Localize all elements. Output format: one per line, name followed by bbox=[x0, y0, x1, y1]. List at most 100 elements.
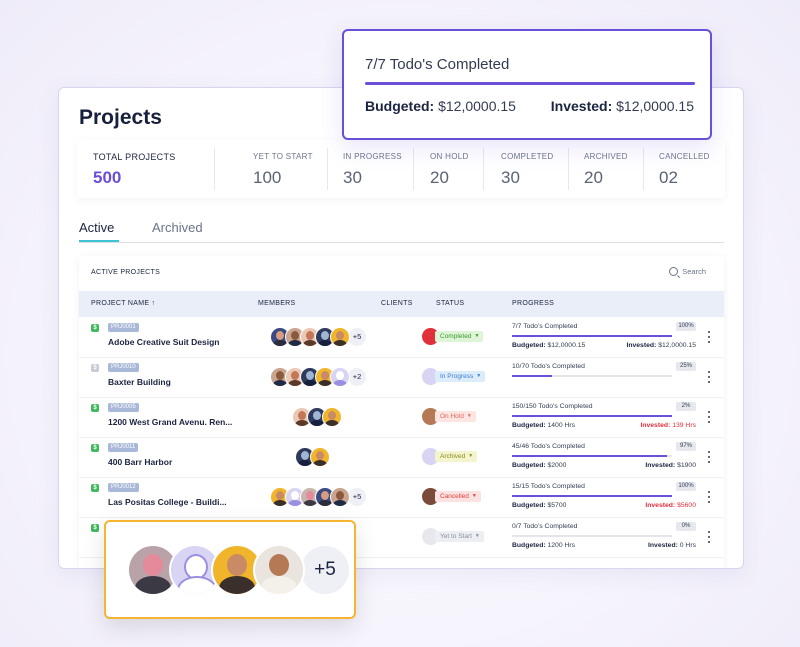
tab-active[interactable]: Active bbox=[79, 220, 114, 235]
page-title: Projects bbox=[79, 106, 162, 129]
avatar[interactable] bbox=[322, 407, 342, 427]
invest-label: Invested: bbox=[645, 502, 676, 509]
divider bbox=[413, 148, 414, 190]
avatar[interactable] bbox=[330, 487, 350, 507]
progress-bar-fill bbox=[512, 335, 672, 337]
chevron-down-icon: ▼ bbox=[474, 333, 480, 339]
avatar[interactable] bbox=[310, 447, 330, 467]
percent-badge: 25% bbox=[676, 362, 696, 371]
percent-badge: 100% bbox=[676, 322, 696, 331]
status-dropdown[interactable]: Archived ▼ bbox=[435, 451, 478, 462]
project-name[interactable]: Baxter Building bbox=[108, 377, 171, 387]
status-dropdown[interactable]: In Progress ▼ bbox=[435, 371, 486, 382]
column-header-clients: CLIENTS bbox=[381, 300, 413, 307]
more-members-badge[interactable]: +5 bbox=[347, 487, 367, 507]
table-search[interactable]: Search bbox=[669, 267, 706, 276]
status-dropdown[interactable]: Cancelled ▼ bbox=[435, 491, 481, 502]
invested: Invested: $12,0000.15 bbox=[626, 342, 696, 349]
column-header-status: STATUS bbox=[436, 300, 465, 307]
project-name[interactable]: Las Positas College - Buildi... bbox=[108, 497, 227, 507]
callout-progress-bar bbox=[365, 82, 695, 85]
progress-bar-fill bbox=[512, 375, 552, 377]
progress-cell: 7/7 Todo's Completed 100% Budgeted: $12,00… bbox=[512, 321, 696, 355]
progress-bar-fill bbox=[512, 415, 672, 417]
divider bbox=[483, 148, 484, 190]
budget-value: $12,0000.15 bbox=[547, 342, 586, 349]
row-menu-icon[interactable] bbox=[707, 531, 711, 543]
row-menu-icon[interactable] bbox=[707, 411, 711, 423]
stat-label: ARCHIVED bbox=[584, 152, 628, 161]
invested: Invested: 0 Hrs bbox=[648, 542, 696, 549]
divider bbox=[327, 148, 328, 190]
budgeted: Budgeted: 1400 Hrs bbox=[512, 422, 575, 429]
budget-value: 1400 Hrs bbox=[547, 422, 576, 429]
budgeted: Budgeted: $12,0000.15 bbox=[512, 342, 585, 349]
billable-dollar-icon: $ bbox=[91, 524, 99, 532]
row-menu-icon[interactable] bbox=[707, 371, 711, 383]
percent-badge: 0% bbox=[676, 522, 696, 531]
invested: Invested: 139 Hrs bbox=[640, 422, 696, 429]
chevron-down-icon: ▼ bbox=[474, 533, 480, 539]
progress-bar bbox=[512, 495, 672, 497]
callout-member-avatars: +5 bbox=[127, 544, 351, 596]
callout-budget-value: $12,0000.15 bbox=[438, 98, 516, 114]
stat-label: CANCELLED bbox=[659, 152, 710, 161]
budgeted: Budgeted: $2000 bbox=[512, 462, 566, 469]
project-name[interactable]: 400 Barr Harbor bbox=[108, 457, 172, 467]
status-dropdown[interactable]: On Hold ▼ bbox=[435, 411, 476, 422]
invest-value: $5600 bbox=[677, 502, 696, 509]
more-members-badge[interactable]: +2 bbox=[347, 367, 367, 387]
todo-progress-text: 7/7 Todo's Completed bbox=[512, 323, 578, 330]
billable-dollar-icon: $ bbox=[91, 444, 99, 452]
percent-badge: 2% bbox=[676, 402, 696, 411]
more-members-badge[interactable]: +5 bbox=[347, 327, 367, 347]
avatar[interactable] bbox=[330, 367, 350, 387]
budget-value: 1200 Hrs bbox=[547, 542, 576, 549]
invest-value: $1900 bbox=[677, 462, 696, 469]
row-menu-icon[interactable] bbox=[707, 491, 711, 503]
invest-label: Invested: bbox=[648, 542, 678, 549]
row-menu-icon[interactable] bbox=[707, 331, 711, 343]
progress-bar bbox=[512, 535, 672, 537]
member-avatars bbox=[292, 407, 342, 427]
progress-bar-fill bbox=[512, 495, 672, 497]
chevron-down-icon: ▼ bbox=[466, 413, 472, 419]
column-header-members: MEMBERS bbox=[258, 300, 296, 307]
progress-bar bbox=[512, 335, 672, 337]
budget-label: Budgeted: bbox=[512, 502, 546, 509]
avatar[interactable] bbox=[330, 327, 350, 347]
member-avatars: +2 bbox=[270, 367, 367, 387]
progress-bar-fill bbox=[512, 455, 668, 457]
more-members-badge[interactable]: +5 bbox=[299, 544, 351, 596]
status-dropdown[interactable]: Completed ▼ bbox=[435, 331, 484, 342]
status-dropdown[interactable]: Yet to Start ▼ bbox=[435, 531, 484, 542]
column-header-project-name[interactable]: PROJECT NAME ↑ bbox=[91, 300, 155, 307]
project-id-badge: PRJ0011 bbox=[108, 443, 139, 452]
table-row[interactable]: $ PRJ0010 Baxter Building +2 In Progress ▼ 10/… bbox=[79, 357, 724, 398]
todo-progress-text: 10/70 Todo's Completed bbox=[512, 363, 585, 370]
project-name[interactable]: Adobe Creative Suit Design bbox=[108, 337, 219, 347]
project-name[interactable]: 1200 West Grand Avenu. Ren... bbox=[108, 417, 232, 427]
invested: Invested: $5600 bbox=[645, 502, 696, 509]
invested: Invested: $1900 bbox=[645, 462, 696, 469]
avatar[interactable] bbox=[253, 544, 305, 596]
stat-value: 500 bbox=[93, 168, 122, 187]
row-menu-icon[interactable] bbox=[707, 451, 711, 463]
status-label: Archived bbox=[440, 453, 466, 461]
table-row[interactable]: $ PRJ0005 1200 West Grand Avenu. Ren... On … bbox=[79, 397, 724, 438]
stat-value: 20 bbox=[430, 168, 449, 187]
status-label: Cancelled bbox=[440, 493, 469, 501]
member-avatars: +5 bbox=[270, 487, 367, 507]
table-row[interactable]: $ PRJ0001 Adobe Creative Suit Design +5 Comp… bbox=[79, 317, 724, 358]
progress-cell: 15/15 Todo's Completed 100% Budgeted: $570… bbox=[512, 481, 696, 515]
billable-dollar-icon: $ bbox=[91, 484, 99, 492]
progress-callout: 7/7 Todo's Completed Budgeted: $12,0000.… bbox=[342, 29, 712, 140]
todo-progress-text: 0/7 Todo's Completed bbox=[512, 523, 578, 530]
members-callout: +5 bbox=[104, 520, 356, 619]
table-row[interactable]: $ PRJ0012 Las Positas College - Buildi... +… bbox=[79, 477, 724, 518]
table-row[interactable]: $ PRJ0011 400 Barr Harbor Archived ▼ 45/46 To… bbox=[79, 437, 724, 478]
tab-archived[interactable]: Archived bbox=[152, 220, 203, 235]
divider bbox=[214, 148, 215, 190]
chevron-down-icon: ▼ bbox=[471, 493, 477, 499]
status-label: In Progress bbox=[440, 373, 474, 381]
